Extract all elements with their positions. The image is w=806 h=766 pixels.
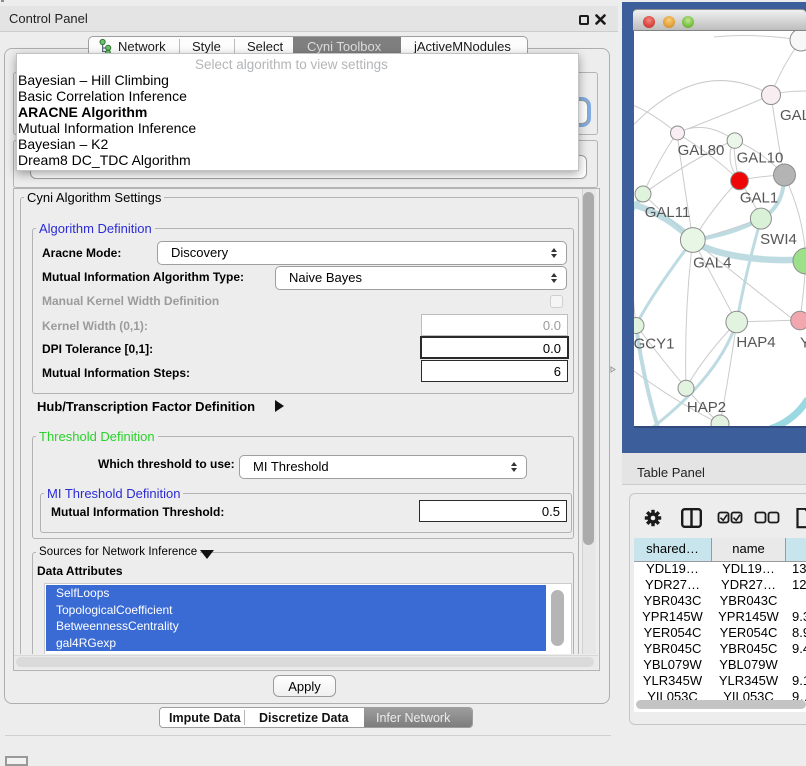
svg-text:YB: YB — [800, 335, 806, 352]
svg-text:HAP4: HAP4 — [736, 334, 775, 351]
svg-text:GCY1: GCY1 — [634, 336, 674, 353]
svg-text:GAL1: GAL1 — [740, 190, 778, 207]
svg-text:GAL4: GAL4 — [693, 255, 731, 272]
svg-text:GAL80: GAL80 — [678, 142, 725, 159]
svg-text:HAP2: HAP2 — [687, 399, 726, 416]
svg-text:GAL11: GAL11 — [645, 204, 691, 221]
svg-text:SWI4: SWI4 — [760, 231, 797, 248]
svg-text:GAL7: GAL7 — [780, 107, 806, 124]
svg-text:GAL10: GAL10 — [737, 150, 784, 167]
